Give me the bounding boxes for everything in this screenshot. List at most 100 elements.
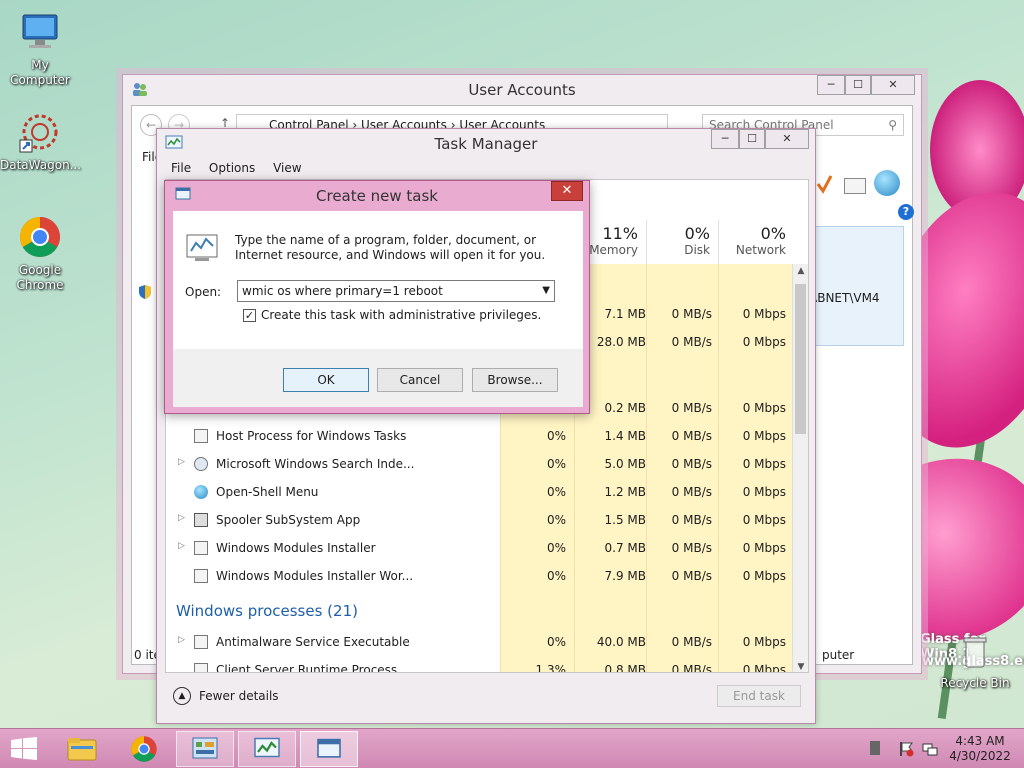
cpu-value: 0%	[546, 541, 566, 555]
process-name: Microsoft Windows Search Inde...	[216, 457, 415, 471]
cpu-value: 0%	[546, 457, 566, 471]
memory-value: 1.5 MB	[604, 513, 646, 527]
table-row[interactable]: ▷ Antimalware Service Executable 0% 40.0…	[166, 628, 794, 656]
expand-chevron-icon[interactable]: ▷	[178, 541, 185, 551]
open-label: Open:	[185, 285, 222, 299]
process-icon	[194, 569, 208, 583]
chevron-down-icon[interactable]: ▼	[542, 281, 550, 301]
minimize-button[interactable]: ─	[817, 75, 845, 95]
dialog-description: Type the name of a program, folder, docu…	[235, 233, 546, 262]
maximize-button[interactable]: ☐	[845, 75, 871, 95]
memory-value: 40.0 MB	[596, 635, 646, 649]
scroll-up-arrow-icon[interactable]: ▲	[793, 266, 808, 276]
menu-view[interactable]: View	[273, 161, 301, 175]
create-new-task-dialog[interactable]: Create new task ✕ Type the name of a pro…	[164, 180, 590, 414]
clock[interactable]: 4:43 AM 4/30/2022	[948, 734, 1012, 764]
browse-button[interactable]: Browse...	[472, 368, 558, 392]
table-row[interactable]: ▷ Microsoft Windows Search Inde... 0% 5.…	[166, 450, 794, 478]
expand-chevron-icon[interactable]: ▷	[178, 635, 185, 645]
table-row[interactable]: ▷ Spooler SubSystem App 0% 1.5 MB 0 MB/s…	[166, 506, 794, 534]
expand-chevron-icon[interactable]: ▷	[178, 513, 185, 523]
chrome-taskbar-button[interactable]	[124, 733, 164, 765]
menu-options[interactable]: Options	[209, 161, 255, 175]
search-icon: ⚲	[888, 118, 897, 132]
column-header-disk[interactable]: 0% Disk	[646, 220, 718, 264]
desktop-icon-label: DataWagon...	[0, 158, 82, 172]
table-row[interactable]: Windows Modules Installer Wor... 0% 7.9 …	[166, 562, 794, 590]
disk-value: 0 MB/s	[671, 457, 712, 471]
open-input-value[interactable]: wmic os where primary=1 reboot	[242, 284, 443, 298]
dialog-button-bar: OK Cancel Browse...	[173, 349, 583, 407]
task-manager-icon	[254, 737, 280, 758]
run-dialog-taskbar-button[interactable]	[300, 731, 358, 767]
end-task-button[interactable]: End task	[717, 685, 801, 707]
memory-value: 7.9 MB	[604, 569, 646, 583]
network-percent: 0%	[760, 224, 786, 243]
dialog-title: Create new task	[316, 187, 438, 205]
network-icon[interactable]	[922, 741, 938, 760]
cancel-button[interactable]: Cancel	[377, 368, 463, 392]
close-button[interactable]: ✕	[765, 129, 809, 149]
memory-label: Memory	[589, 243, 638, 257]
task-manager-taskbar-button[interactable]	[238, 731, 296, 767]
scrollbar-thumb[interactable]	[795, 284, 806, 434]
help-icon[interactable]: ?	[898, 204, 914, 220]
admin-checkbox[interactable]: ✓	[243, 308, 256, 322]
process-name: Windows Modules Installer	[216, 541, 376, 555]
start-button[interactable]	[10, 737, 38, 764]
minimize-button[interactable]: ─	[711, 129, 739, 149]
disk-label: Disk	[684, 243, 710, 257]
file-explorer-taskbar-button[interactable]	[62, 733, 102, 765]
vertical-scrollbar[interactable]: ▲ ▼	[792, 264, 808, 672]
admin-checkbox-label: Create this task with administrative pri…	[261, 308, 542, 322]
maximize-button[interactable]: ☐	[739, 129, 765, 149]
admin-privileges-option[interactable]: ✓ Create this task with administrative p…	[243, 308, 541, 322]
expand-chevron-icon[interactable]: ▷	[178, 457, 185, 467]
fewer-details-button[interactable]: ▲ Fewer details	[173, 687, 279, 705]
disk-value: 0 MB/s	[671, 513, 712, 527]
cpu-value: 0%	[546, 635, 566, 649]
tray-icon[interactable]	[870, 741, 880, 755]
disk-value: 0 MB/s	[671, 485, 712, 499]
printer-icon	[194, 513, 208, 527]
clock-time: 4:43 AM	[955, 734, 1005, 748]
folder-icon	[67, 738, 97, 761]
recycle-bin-icon	[953, 632, 997, 672]
desktop-icon-datawagon[interactable]: DataWagon...	[0, 110, 82, 173]
taskbar: 4:43 AM 4/30/2022	[0, 728, 1024, 768]
close-button[interactable]: ✕	[871, 75, 915, 95]
computer-icon	[18, 10, 62, 54]
program-icon	[185, 233, 219, 266]
close-button[interactable]: ✕	[551, 181, 583, 201]
desktop-icon-my-computer[interactable]: My Computer	[0, 10, 80, 88]
process-icon	[194, 663, 208, 672]
memory-value: 1.2 MB	[604, 485, 646, 499]
scroll-down-arrow-icon[interactable]: ▼	[793, 662, 808, 672]
shield-icon	[138, 284, 152, 303]
desktop-icon-label: Recycle Bin	[940, 676, 1010, 690]
table-row[interactable]: Host Process for Windows Tasks 0% 1.4 MB…	[166, 422, 794, 450]
cpu-value: 0%	[546, 485, 566, 499]
cpu-value: 1.3%	[535, 663, 567, 673]
open-combobox[interactable]: wmic os where primary=1 reboot ▼	[237, 280, 555, 302]
cpu-value: 0%	[546, 513, 566, 527]
desktop-icon-label: Google Chrome	[16, 263, 64, 292]
control-panel-taskbar-button[interactable]	[176, 731, 234, 767]
desktop-icon-recycle-bin[interactable]: Recycle Bin	[935, 632, 1015, 691]
account-name: ABNET\VM4	[809, 291, 880, 305]
action-center-flag-icon[interactable]	[898, 741, 914, 760]
table-row[interactable]: Client Server Runtime Process 1.3% 0.8 M…	[166, 656, 794, 673]
process-icon	[194, 541, 208, 555]
menu-file[interactable]: File	[171, 161, 191, 175]
task-manager-footer: ▲ Fewer details End task	[165, 677, 809, 715]
section-header-windows-processes[interactable]: Windows processes (21)	[176, 602, 358, 620]
memory-value: 0.7 MB	[604, 541, 646, 555]
desktop-icon-label: My Computer	[10, 58, 70, 87]
table-row[interactable]: ▷ Windows Modules Installer 0% 0.7 MB 0 …	[166, 534, 794, 562]
column-header-network[interactable]: 0% Network	[718, 220, 794, 264]
process-name: Open-Shell Menu	[216, 485, 319, 499]
ok-button[interactable]: OK	[283, 368, 369, 392]
desktop-icon-chrome[interactable]: Google Chrome	[0, 215, 80, 293]
table-row[interactable]: Open-Shell Menu 0% 1.2 MB 0 MB/s 0 Mbps	[166, 478, 794, 506]
search-process-icon	[194, 457, 208, 471]
